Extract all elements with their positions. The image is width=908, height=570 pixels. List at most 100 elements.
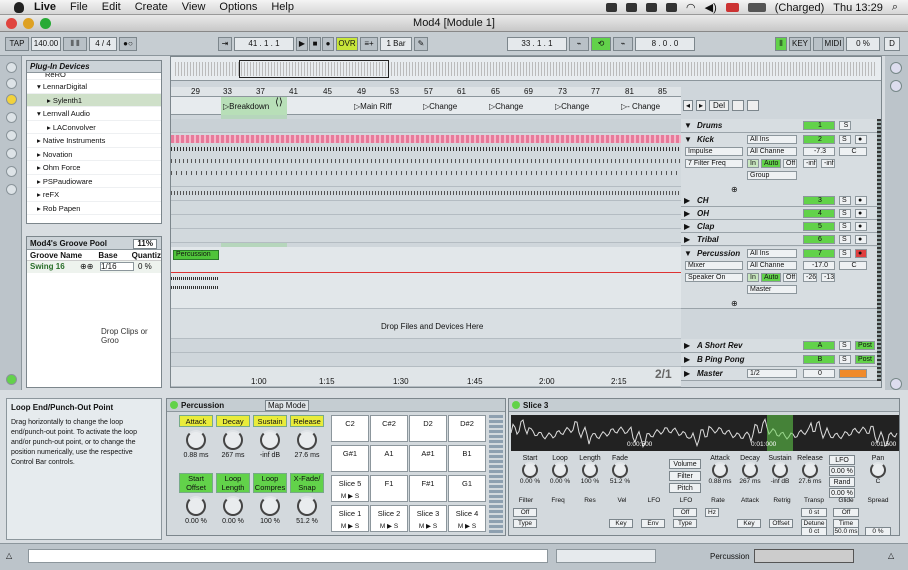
browser-item-selected[interactable]: ▸ Sylenth1 bbox=[27, 93, 161, 107]
clap-solo[interactable]: S bbox=[839, 222, 851, 231]
percussion-add-icon[interactable]: ⊕ bbox=[731, 299, 738, 308]
tap-button[interactable]: TAP bbox=[5, 37, 29, 51]
ovr-button[interactable]: OVR bbox=[336, 37, 358, 51]
screen-icon[interactable] bbox=[606, 3, 618, 12]
simpler-knob[interactable]: Decay 267 ms bbox=[735, 455, 765, 485]
b-return-header[interactable]: ▶ B Ping Pong B S Post bbox=[681, 353, 881, 367]
zoom-window-button[interactable] bbox=[40, 18, 51, 29]
menu-options[interactable]: Options bbox=[219, 1, 257, 13]
master-volume[interactable]: 0 bbox=[803, 369, 835, 378]
drum-pad[interactable]: Slice 1 M ▶ S bbox=[331, 505, 369, 532]
drums-activator[interactable]: 1 bbox=[803, 121, 835, 130]
browser-item[interactable]: ▸ Native Instruments bbox=[27, 134, 161, 148]
locator-main-riff[interactable]: ▷Main Riff bbox=[354, 102, 392, 111]
percussion-monitor-in[interactable]: In bbox=[747, 273, 759, 282]
macro-knob-icon[interactable] bbox=[186, 430, 206, 450]
menu-file[interactable]: File bbox=[70, 1, 88, 13]
loop-start-field[interactable]: 33 . 1 . 1 bbox=[507, 37, 567, 51]
menu-edit[interactable]: Edit bbox=[102, 1, 121, 13]
kick-channel-select[interactable]: All Channe bbox=[747, 147, 797, 156]
simpler-knob[interactable]: Loop 0.00 % bbox=[545, 455, 575, 485]
play-icon[interactable]: ▶ bbox=[296, 37, 308, 51]
drum-pad[interactable]: G#1 bbox=[331, 445, 369, 472]
percussion-monitor-off[interactable]: Off bbox=[783, 273, 797, 282]
kick-add-icon[interactable]: ⊕ bbox=[731, 185, 738, 194]
simpler-param[interactable]: Transp bbox=[799, 497, 829, 504]
rate-hz[interactable]: Hz bbox=[705, 508, 719, 517]
ch-solo[interactable]: S bbox=[839, 196, 851, 205]
menu-help[interactable]: Help bbox=[271, 1, 294, 13]
lfo-off[interactable]: Off bbox=[673, 508, 697, 517]
follow-button[interactable]: ⇥ bbox=[218, 37, 232, 51]
delete-locator-button[interactable]: Del bbox=[709, 100, 730, 111]
time-machine-icon[interactable] bbox=[646, 3, 658, 12]
oh-header[interactable]: ▶ OH 4 S ● bbox=[681, 207, 881, 220]
oh-track-lane[interactable] bbox=[171, 201, 681, 215]
pad-overview[interactable] bbox=[489, 415, 503, 533]
battery-icon[interactable] bbox=[747, 3, 766, 12]
simpler-param[interactable]: Res bbox=[575, 497, 605, 504]
drum-pad[interactable]: C2 bbox=[331, 415, 369, 442]
browser-item[interactable]: ▸ Rob Papen bbox=[27, 202, 161, 215]
simpler-param[interactable]: LFO bbox=[671, 497, 701, 504]
kick-clip[interactable] bbox=[171, 135, 681, 143]
browser-6-icon[interactable] bbox=[6, 184, 17, 195]
simpler-param[interactable]: Spread bbox=[863, 497, 893, 504]
percussion-pan[interactable]: C bbox=[839, 261, 867, 270]
browser-item[interactable]: ▸ LAConvolver bbox=[27, 121, 161, 134]
arrangement-view-icon[interactable] bbox=[890, 80, 902, 92]
time-value[interactable]: 50.0 ms bbox=[833, 527, 859, 535]
percussion-monitor-auto[interactable]: Auto bbox=[761, 273, 781, 282]
spread-value[interactable]: 0 % bbox=[865, 527, 891, 535]
drum-pad[interactable]: Slice 2 M ▶ S bbox=[370, 505, 408, 532]
sample-waveform[interactable]: 0:00:500 0:01:000 0:01:500 bbox=[510, 415, 899, 451]
computer-midi-icon[interactable]: ⦀ bbox=[775, 37, 787, 51]
drum-pad[interactable]: G1 bbox=[448, 475, 486, 502]
kick-activator[interactable]: 2 bbox=[803, 135, 835, 144]
knob-icon[interactable] bbox=[742, 462, 758, 478]
pad-controls[interactable]: M ▶ S bbox=[332, 522, 368, 530]
browser-4-icon[interactable] bbox=[6, 148, 17, 159]
macro-knob[interactable]: Sustain -inf dB bbox=[253, 415, 287, 471]
ableton-icon[interactable] bbox=[626, 3, 638, 12]
map-mode-button[interactable]: Map Mode bbox=[265, 400, 309, 411]
locator-change-4[interactable]: ▷- Change bbox=[621, 102, 660, 111]
volume-icon[interactable]: ◀) bbox=[705, 1, 717, 14]
attack-key[interactable]: Key bbox=[737, 519, 761, 528]
tribal-activator[interactable]: 6 bbox=[803, 235, 835, 244]
pad-controls[interactable]: M ▶ S bbox=[449, 522, 485, 530]
drums-fold-icon[interactable]: ▼ bbox=[684, 121, 692, 130]
simpler-param[interactable]: Glide bbox=[831, 497, 861, 504]
loop-switch[interactable]: ⟲ bbox=[591, 37, 611, 51]
macro-knob[interactable]: Attack 0.88 ms bbox=[179, 415, 213, 471]
locator-arrow-button[interactable] bbox=[732, 100, 745, 111]
macro-knob-icon[interactable] bbox=[297, 496, 317, 516]
pad-controls[interactable]: M ▶ S bbox=[371, 522, 407, 530]
transpose-value[interactable]: 0 st bbox=[801, 508, 827, 517]
drum-pad[interactable]: Slice 4 M ▶ S bbox=[448, 505, 486, 532]
drums-solo[interactable]: S bbox=[839, 121, 851, 130]
signature-field[interactable]: 4 / 4 bbox=[89, 37, 117, 51]
drum-pad[interactable]: B1 bbox=[448, 445, 486, 472]
knob-icon[interactable] bbox=[612, 462, 628, 478]
browser-item[interactable]: ▸ Ohm Force bbox=[27, 161, 161, 175]
locator-change-1[interactable]: ▷Change bbox=[423, 102, 457, 111]
groove-quantize-value[interactable]: 0 % bbox=[138, 261, 152, 273]
drop-area[interactable]: Drop Files and Devices Here bbox=[171, 309, 681, 339]
b-return-post[interactable]: Post bbox=[855, 355, 875, 364]
groove-row[interactable]: Swing 16 ⊕⊕ 1/16 0 % bbox=[27, 261, 161, 273]
knob-icon[interactable] bbox=[772, 462, 788, 478]
browser-item[interactable]: ▾ Lernvall Audio bbox=[27, 107, 161, 121]
next-locator-button[interactable]: ▸ bbox=[696, 100, 706, 111]
lfo-env[interactable]: Env bbox=[641, 519, 665, 528]
minimize-window-button[interactable] bbox=[23, 18, 34, 29]
groove-save-icon[interactable]: ⊕⊕ bbox=[80, 261, 100, 273]
mixer-toggle-icon[interactable] bbox=[890, 378, 902, 390]
menu-app[interactable]: Live bbox=[34, 1, 56, 13]
wifi-icon[interactable]: ◠ bbox=[686, 1, 696, 14]
nudge-buttons[interactable]: ⦀ ⦀ bbox=[63, 37, 87, 51]
b-return-solo[interactable]: S bbox=[839, 355, 851, 364]
tribal-track-lane[interactable] bbox=[171, 229, 681, 243]
simpler-knob[interactable]: Release 27.6 ms bbox=[795, 455, 825, 485]
browser-5-icon[interactable] bbox=[6, 166, 17, 177]
